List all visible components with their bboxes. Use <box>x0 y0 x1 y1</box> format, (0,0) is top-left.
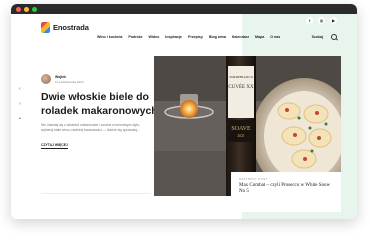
search-icon[interactable] <box>331 34 337 40</box>
nav-item-kalendarz[interactable]: Kalendarz <box>232 35 249 39</box>
maximize-dot[interactable] <box>32 6 37 12</box>
minimize-dot[interactable] <box>24 6 29 12</box>
nav-item-o-nas[interactable]: O nas <box>270 35 280 39</box>
nav-item-przepisy[interactable]: Przepisy <box>188 35 203 39</box>
nav-item-wino-i-kuchnia[interactable]: Wino i kuchnia <box>97 35 122 39</box>
site-logo[interactable]: Enostrada <box>41 22 89 33</box>
author-name: Wojtek <box>55 74 67 79</box>
divider <box>41 193 151 194</box>
main-nav: Wino i kuchnia Podróże Wideo Inspiracje … <box>97 35 280 39</box>
nav-item-podroze[interactable]: Podróże <box>128 35 142 39</box>
nav-item-blog-wina[interactable]: Blog wina <box>209 35 226 39</box>
browser-chrome <box>11 4 357 14</box>
label-soave: SOAVE <box>231 126 251 132</box>
browser-window: Enostrada Wino i kuchnia Podróże Wideo I… <box>11 4 357 219</box>
avatar <box>41 74 51 84</box>
slider-dot-icon[interactable]: • <box>19 117 23 122</box>
search-label[interactable]: Szukaj <box>312 35 323 39</box>
label-brand: TORREBIANCO <box>229 75 254 79</box>
next-post-label: Następny post <box>239 177 268 181</box>
slider-controls: ‹ › • <box>19 87 23 122</box>
post-date: 12 października 2023 <box>55 79 84 84</box>
label-cuvee: CUVÉE XX <box>228 84 254 90</box>
slider-next-icon[interactable]: › <box>19 102 23 107</box>
next-post-card[interactable]: Następny post Max Combat – czyli Prosecc… <box>231 172 341 212</box>
facebook-icon[interactable]: f <box>306 17 313 24</box>
logo-text: Enostrada <box>53 23 89 32</box>
youtube-icon[interactable]: ▶ <box>330 17 337 24</box>
close-dot[interactable] <box>16 6 21 12</box>
nav-item-mapa[interactable]: Mapa <box>255 35 264 39</box>
next-post-title[interactable]: Max Combat – czyli Prosecco w White Snow… <box>239 183 335 195</box>
nav-item-inspiracje[interactable]: Inspiracje <box>165 35 182 39</box>
post-title[interactable]: Dwie włoskie biele do roladek makaronowy… <box>41 90 167 118</box>
slider-prev-icon[interactable]: ‹ <box>19 87 23 92</box>
social-links: f ◎ ▶ <box>306 17 337 24</box>
label-year: 2021 <box>237 134 244 138</box>
post-author[interactable]: Wojtek 12 października 2023 <box>41 74 84 84</box>
read-more-link[interactable]: CZYTAJ WIĘCEJ <box>41 143 68 149</box>
nav-item-wideo[interactable]: Wideo <box>149 35 160 39</box>
post-excerpt: Nie obawiaj się z włoskimi makaronami i … <box>41 123 141 132</box>
logo-mark-icon <box>41 22 50 33</box>
instagram-icon[interactable]: ◎ <box>318 17 325 24</box>
